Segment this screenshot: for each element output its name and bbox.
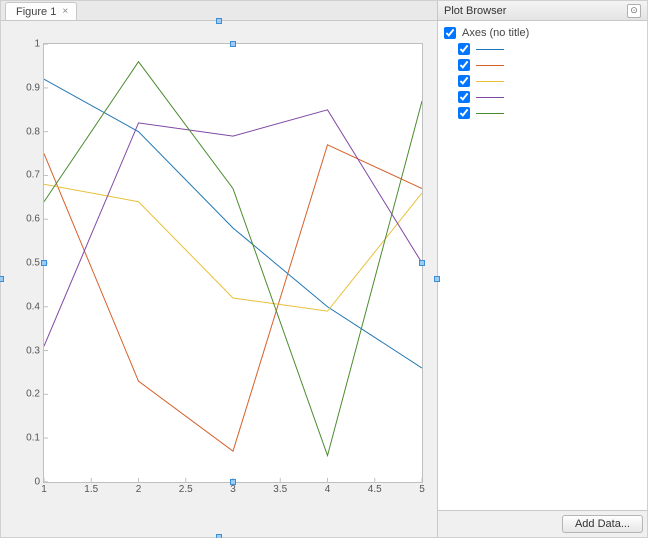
collapse-icon[interactable]: ⊙ [627, 4, 641, 18]
axes-handle-n[interactable] [230, 41, 236, 47]
series-visibility-checkbox[interactable] [458, 91, 470, 103]
series-visibility-checkbox[interactable] [458, 59, 470, 71]
y-tick-label: 0.1 [26, 433, 40, 444]
x-tick-label: 1 [41, 484, 47, 495]
resize-handle-e[interactable] [434, 276, 440, 282]
series-line[interactable] [44, 79, 422, 368]
plot-browser-panel: Plot Browser ⊙ Axes (no title) Add Data.… [437, 1, 647, 537]
series-line[interactable] [44, 62, 422, 456]
series-row[interactable] [444, 89, 641, 105]
y-tick-label: 0.8 [26, 126, 40, 137]
x-tick-label: 3 [230, 484, 236, 495]
y-tick-label: 1 [34, 39, 40, 50]
y-tick-label: 0 [34, 477, 40, 488]
x-tick-label: 2 [136, 484, 142, 495]
close-icon[interactable]: × [62, 6, 68, 17]
axes-visibility-checkbox[interactable] [444, 27, 456, 39]
series-swatch [476, 113, 504, 114]
y-tick-label: 0.5 [26, 258, 40, 269]
series-row[interactable] [444, 105, 641, 121]
x-tick-label: 2.5 [179, 484, 193, 495]
resize-handle-n[interactable] [216, 18, 222, 24]
axes[interactable]: 00.10.20.30.40.50.60.70.80.9111.522.533.… [43, 43, 423, 483]
resize-handle-w[interactable] [0, 276, 4, 282]
x-tick-label: 1.5 [84, 484, 98, 495]
y-tick-label: 0.7 [26, 170, 40, 181]
resize-handle-s[interactable] [216, 534, 222, 538]
series-swatch [476, 49, 504, 50]
x-tick-label: 4 [325, 484, 331, 495]
x-tick-label: 3.5 [273, 484, 287, 495]
series-visibility-checkbox[interactable] [458, 75, 470, 87]
plot-svg [44, 44, 422, 482]
series-row[interactable] [444, 41, 641, 57]
plot-browser-footer: Add Data... [438, 510, 647, 537]
x-tick-label: 5 [419, 484, 425, 495]
y-tick-label: 0.6 [26, 214, 40, 225]
axes-row[interactable]: Axes (no title) [444, 25, 641, 41]
plot-browser-titlebar: Plot Browser ⊙ [438, 1, 647, 21]
series-line[interactable] [44, 184, 422, 311]
axes-handle-w[interactable] [41, 260, 47, 266]
series-swatch [476, 97, 504, 98]
figure-canvas[interactable]: 0 0.1 0.2 0.3 0.4 0.5 0.6 0.7 0.8 0.9 1 1 1.5 2 2.5 3 3.… [1, 21, 437, 537]
series-swatch [476, 65, 504, 66]
figure-tab-label: Figure 1 [16, 6, 56, 18]
figure-panel: Figure 1 × 0 0.1 0.2 0.3 0.4 0.5 0.6 0.7 0.8 0.9 1… [1, 1, 437, 537]
y-tick-label: 0.4 [26, 301, 40, 312]
y-tick-label: 0.2 [26, 389, 40, 400]
add-data-button[interactable]: Add Data... [562, 515, 643, 533]
series-row[interactable] [444, 57, 641, 73]
y-tick-label: 0.9 [26, 82, 40, 93]
series-visibility-checkbox[interactable] [458, 107, 470, 119]
x-tick-label: 4.5 [368, 484, 382, 495]
figure-tab[interactable]: Figure 1 × [5, 2, 77, 20]
axes-row-label: Axes (no title) [462, 27, 529, 39]
series-swatch [476, 81, 504, 82]
plot-browser-body: Axes (no title) [438, 21, 647, 510]
axes-handle-e[interactable] [419, 260, 425, 266]
series-row[interactable] [444, 73, 641, 89]
y-tick-label: 0.3 [26, 345, 40, 356]
series-visibility-checkbox[interactable] [458, 43, 470, 55]
plot-browser-title: Plot Browser [444, 5, 506, 17]
add-data-button-label: Add Data... [575, 518, 630, 530]
